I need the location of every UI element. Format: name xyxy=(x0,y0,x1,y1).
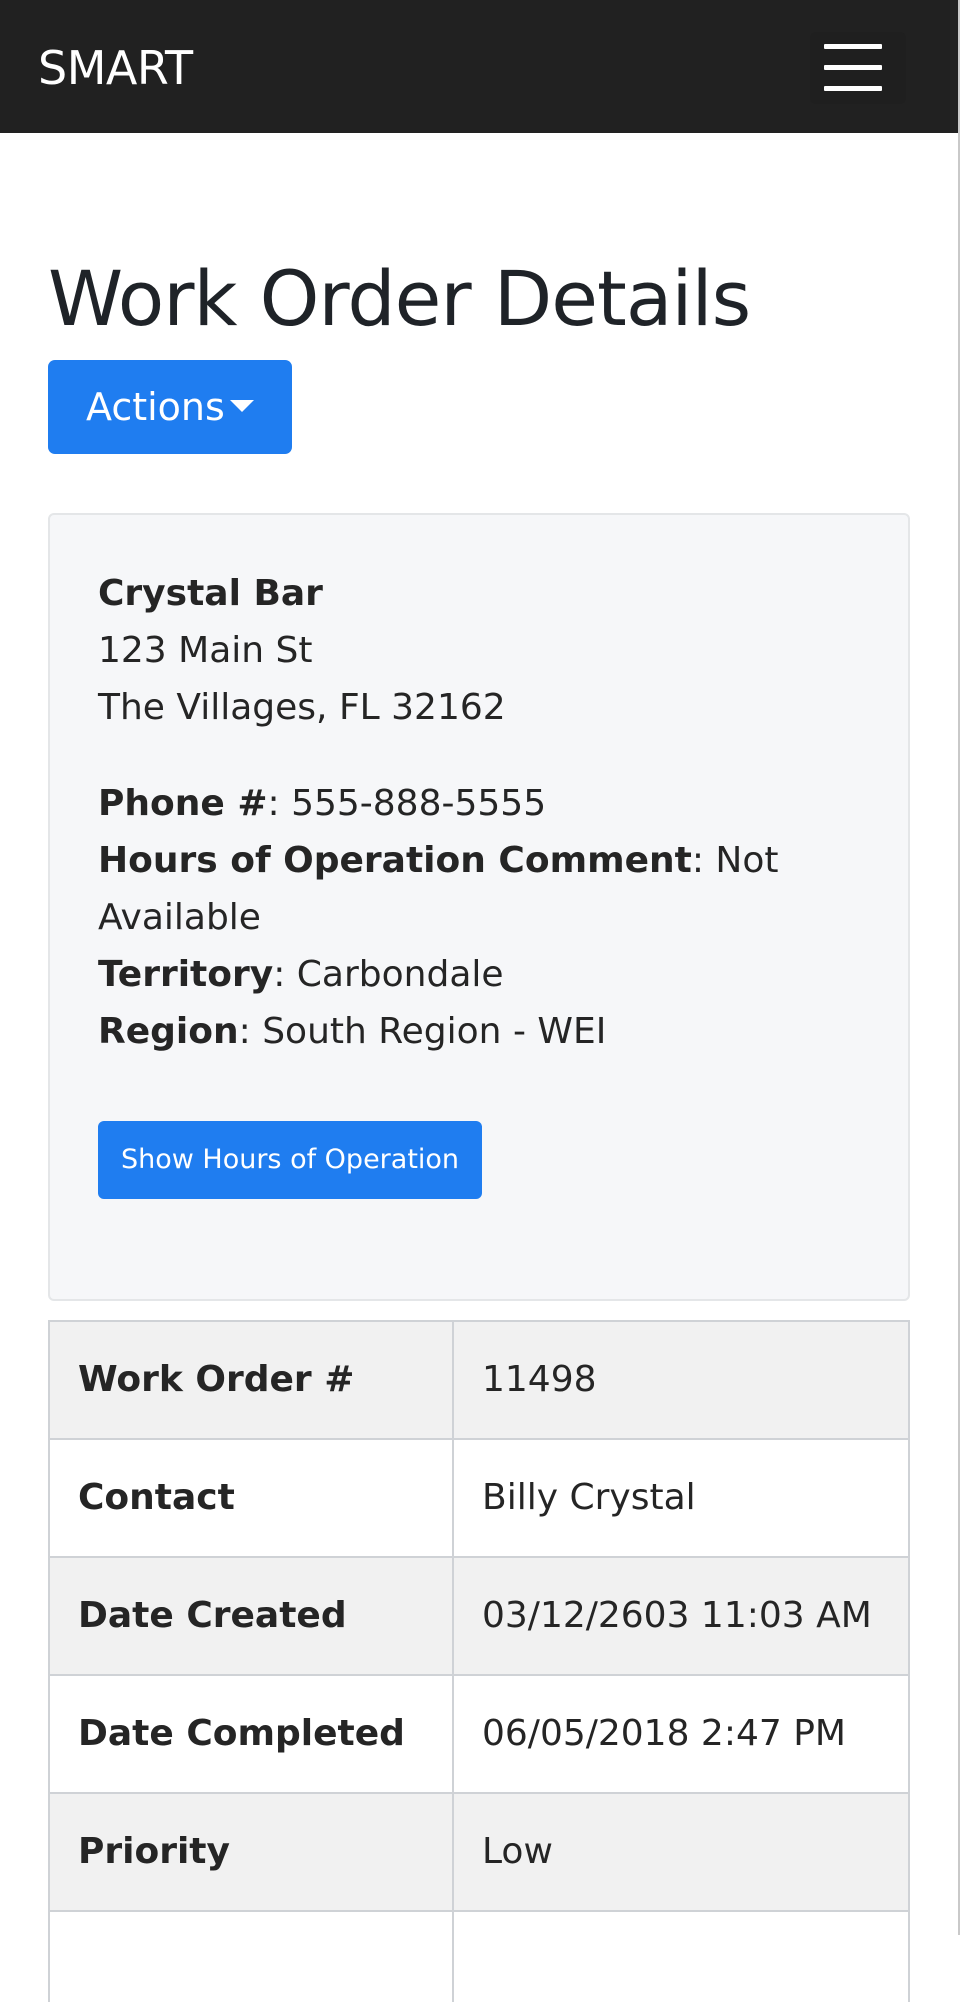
hamburger-line-middle xyxy=(824,65,882,70)
table-row: Priority Low xyxy=(50,1794,908,1912)
table-row: Date Completed 06/05/2018 2:47 PM xyxy=(50,1676,908,1794)
caret-down-icon xyxy=(230,400,254,412)
table-cell-label: Contact xyxy=(78,1477,235,1518)
region-row: Region: South Region - WEI xyxy=(98,1003,606,1060)
table-cell-label: Date Completed xyxy=(78,1713,405,1754)
location-name: Crystal Bar xyxy=(98,573,323,614)
table-cell-value: 06/05/2018 2:47 PM xyxy=(482,1713,846,1754)
region-separator: : xyxy=(238,1011,263,1052)
table-column-divider xyxy=(452,1322,454,1438)
location-address-line2: The Villages, FL 32162 xyxy=(98,687,506,728)
table-cell-value: 03/12/2603 11:03 AM xyxy=(482,1595,872,1636)
table-row: Contact Billy Crystal xyxy=(50,1440,908,1558)
top-navbar: SMART xyxy=(0,0,958,133)
territory-label: Territory xyxy=(98,954,274,995)
table-row: Date Created 03/12/2603 11:03 AM xyxy=(50,1558,908,1676)
menu-toggle-button[interactable] xyxy=(810,32,906,104)
page-title: Work Order Details xyxy=(48,254,751,343)
table-cell-label: Priority xyxy=(78,1831,230,1872)
hours-comment-label: Hours of Operation Comment xyxy=(98,840,692,881)
table-column-divider xyxy=(452,1558,454,1674)
table-cell-label: Work Order # xyxy=(78,1359,355,1400)
table-cell-value: Low xyxy=(482,1831,553,1872)
phone-separator: : xyxy=(267,783,292,824)
hamburger-line-top xyxy=(824,44,882,49)
location-card: Crystal Bar 123 Main St The Villages, FL… xyxy=(48,513,910,1301)
phone-value: 555-888-5555 xyxy=(291,783,547,824)
table-cell-label: Date Created xyxy=(78,1595,347,1636)
table-column-divider xyxy=(452,1912,454,2002)
region-label: Region xyxy=(98,1011,239,1052)
table-row xyxy=(50,1912,908,2002)
hours-comment-row: Hours of Operation Comment: Not xyxy=(98,832,779,889)
region-value: South Region - WEI xyxy=(262,1011,607,1052)
work-order-details-table: Work Order # 11498 Contact Billy Crystal… xyxy=(48,1320,910,2002)
actions-dropdown-button[interactable]: Actions xyxy=(48,360,292,454)
territory-row: Territory: Carbondale xyxy=(98,946,504,1003)
table-column-divider xyxy=(452,1794,454,1910)
hamburger-line-bottom xyxy=(824,86,882,91)
table-row: Work Order # 11498 xyxy=(50,1322,908,1440)
phone-row: Phone #: 555-888-5555 xyxy=(98,775,546,832)
hours-comment-separator: : xyxy=(691,840,716,881)
location-address-line1: 123 Main St xyxy=(98,630,313,671)
table-cell-value: Billy Crystal xyxy=(482,1477,696,1518)
phone-label: Phone # xyxy=(98,783,268,824)
show-hours-button[interactable]: Show Hours of Operation xyxy=(98,1121,482,1199)
territory-value: Carbondale xyxy=(296,954,504,995)
actions-button-label: Actions xyxy=(86,385,225,429)
brand-logo[interactable]: SMART xyxy=(38,42,193,94)
territory-separator: : xyxy=(273,954,297,995)
table-column-divider xyxy=(452,1440,454,1556)
table-column-divider xyxy=(452,1676,454,1792)
hours-comment-value-line1: Not xyxy=(715,840,779,881)
table-cell-value: 11498 xyxy=(482,1359,597,1400)
hours-comment-value-line2: Available xyxy=(98,897,261,938)
